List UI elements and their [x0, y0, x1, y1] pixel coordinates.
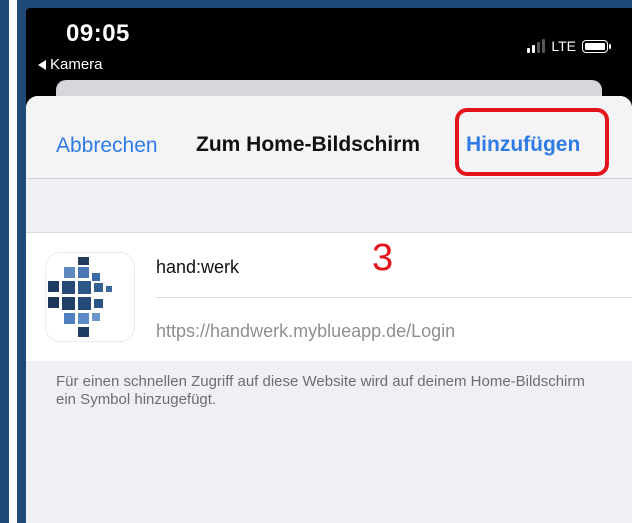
- phone-frame: 09:05 Kamera LTE Abbrechen Zum Home-Bild…: [17, 0, 632, 523]
- footer-area: Für einen schnellen Zugriff auf diese We…: [26, 361, 632, 523]
- phone-screen: 09:05 Kamera LTE Abbrechen Zum Home-Bild…: [26, 8, 632, 523]
- network-type: LTE: [551, 38, 576, 54]
- sheet-navbar: Abbrechen Zum Home-Bildschirm Hinzufügen: [26, 96, 632, 179]
- battery-icon: [582, 39, 611, 53]
- section-spacer: [26, 179, 632, 232]
- bookmark-entry: hand:werk 3 https://handwerk.myblueapp.d…: [26, 232, 632, 362]
- step-annotation: 3: [372, 237, 394, 279]
- status-bar: 09:05 Kamera LTE: [26, 8, 632, 88]
- status-time: 09:05: [66, 20, 130, 47]
- add-to-home-sheet: Abbrechen Zum Home-Bildschirm Hinzufügen: [26, 96, 632, 523]
- bookmark-name-field[interactable]: hand:werk: [156, 257, 239, 278]
- frame-left-edge: [0, 0, 9, 523]
- app-logo-icon: [46, 253, 134, 341]
- signal-strength-icon: [527, 39, 546, 53]
- back-to-app-link[interactable]: Kamera: [38, 56, 103, 73]
- field-divider: [156, 297, 632, 298]
- status-indicators: LTE: [527, 38, 611, 54]
- bookmark-url: https://handwerk.myblueapp.de/Login: [156, 321, 456, 341]
- sheet-title: Zum Home-Bildschirm: [196, 133, 421, 156]
- back-app-label: Kamera: [50, 56, 103, 73]
- add-button-highlight: [455, 108, 609, 176]
- cancel-button[interactable]: Abbrechen: [56, 134, 158, 158]
- logo-blocks: [48, 257, 112, 337]
- info-footnote: Für einen schnellen Zugriff auf diese We…: [56, 373, 585, 408]
- back-arrow-icon: [38, 59, 46, 70]
